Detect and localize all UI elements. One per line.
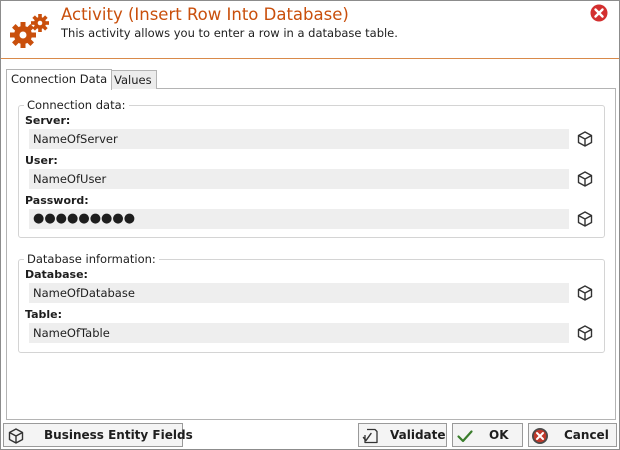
dialog-header: Activity (Insert Row Into Database) This… xyxy=(1,1,619,59)
tab-connection-data[interactable]: Connection Data xyxy=(6,69,113,90)
business-entity-fields-button[interactable]: Business Entity Fields xyxy=(3,423,193,447)
cube-icon[interactable] xyxy=(576,170,594,188)
cube-icon xyxy=(8,428,24,444)
cube-icon[interactable] xyxy=(576,130,594,148)
tab-values[interactable]: Values xyxy=(109,70,157,89)
connection-data-legend: Connection data: xyxy=(24,98,129,112)
gears-icon xyxy=(10,14,49,48)
cancel-button[interactable]: Cancel xyxy=(528,423,617,447)
cube-icon[interactable] xyxy=(576,324,594,342)
server-label: Server: xyxy=(25,114,71,127)
dialog-subtitle: This activity allows you to enter a row … xyxy=(61,26,398,40)
close-icon[interactable] xyxy=(590,4,608,22)
server-field[interactable]: NameOfServer xyxy=(29,129,569,149)
cancel-label: Cancel xyxy=(564,428,609,442)
table-field[interactable]: NameOfTable xyxy=(29,323,569,343)
business-entity-fields-label: Business Entity Fields xyxy=(44,428,193,442)
cube-icon[interactable] xyxy=(576,210,594,228)
password-label: Password: xyxy=(25,194,89,207)
user-label: User: xyxy=(25,154,58,167)
password-field[interactable]: ●●●●●●●●● xyxy=(29,209,569,229)
table-label: Table: xyxy=(25,308,63,321)
user-field[interactable]: NameOfUser xyxy=(29,169,569,189)
ok-label: OK xyxy=(489,428,509,442)
validate-icon xyxy=(362,428,378,444)
cancel-icon xyxy=(532,428,548,444)
dialog-title: Activity (Insert Row Into Database) xyxy=(61,5,349,24)
cube-icon[interactable] xyxy=(576,284,594,302)
checkmark-icon xyxy=(457,430,473,443)
validate-label: Validate xyxy=(390,428,446,442)
ok-button[interactable]: OK xyxy=(452,423,523,447)
database-label: Database: xyxy=(25,268,88,281)
validate-button[interactable]: Validate xyxy=(358,423,447,447)
activity-dialog: Activity (Insert Row Into Database) This… xyxy=(0,0,620,450)
database-field[interactable]: NameOfDatabase xyxy=(29,283,569,303)
database-information-legend: Database information: xyxy=(24,252,159,266)
